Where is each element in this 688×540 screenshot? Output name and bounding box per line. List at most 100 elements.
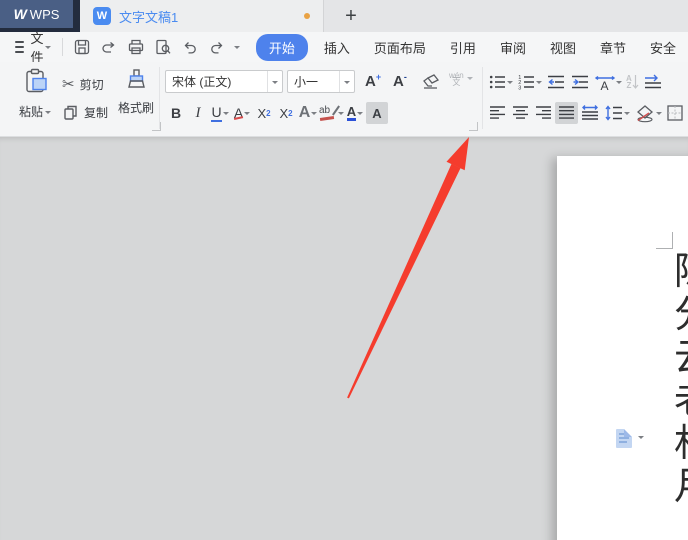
- justify-button[interactable]: [555, 102, 578, 124]
- tab-references[interactable]: 引用: [438, 35, 488, 60]
- document-page[interactable]: 陈 分 云 老 村 月: [557, 156, 688, 540]
- shading-chevron-icon: [656, 112, 662, 118]
- line-spacing-button[interactable]: [602, 102, 632, 124]
- text-effects-glyph: A: [298, 104, 311, 121]
- tab-security[interactable]: 安全: [638, 35, 688, 60]
- align-center-button[interactable]: [509, 102, 532, 124]
- border-button[interactable]: [664, 102, 686, 124]
- align-center-icon: [513, 106, 528, 119]
- underline-button[interactable]: U: [209, 102, 231, 124]
- format-painter-button[interactable]: 格式刷: [114, 68, 158, 116]
- decrease-font-sign: -: [403, 72, 407, 82]
- superscript-button[interactable]: X2: [253, 102, 275, 124]
- align-left-icon: [490, 106, 505, 119]
- font-dialog-launcher[interactable]: [469, 122, 478, 131]
- wps-home-button[interactable]: W WPS: [0, 0, 73, 28]
- decrease-indent-button[interactable]: [544, 71, 568, 93]
- font-size-value: 小一: [294, 75, 319, 89]
- menubar-divider: [62, 38, 63, 56]
- align-right-button[interactable]: [532, 102, 555, 124]
- subscript-mark: 2: [288, 108, 293, 118]
- wps-logo-text: WPS: [29, 6, 60, 22]
- file-menu-chevron-icon[interactable]: [45, 46, 52, 52]
- document-tab-title: 文字文稿1: [119, 9, 179, 25]
- wps-logo-icon: W: [13, 6, 27, 22]
- print-preview-button[interactable]: [153, 37, 173, 57]
- decrease-indent-icon: [548, 75, 564, 89]
- character-shading-glyph: A: [372, 105, 382, 121]
- tab-view[interactable]: 视图: [538, 35, 588, 60]
- align-left-button[interactable]: [486, 102, 509, 124]
- undo-button[interactable]: [180, 37, 200, 57]
- save-button[interactable]: [72, 37, 92, 57]
- text-boundary-corner-mark: [656, 232, 673, 249]
- font-group: 宋体 (正文) 小一 A+ A- wén 文 B I U A X 2 X 2 A…: [163, 66, 481, 132]
- font-family-select[interactable]: 宋体 (正文): [165, 70, 283, 93]
- redo-button[interactable]: [207, 37, 227, 57]
- writer-document-icon: W: [93, 7, 111, 25]
- numbered-list-chevron-icon: [536, 81, 542, 87]
- numbered-list-button[interactable]: 1 2 3: [515, 71, 544, 93]
- cut-button[interactable]: ✂ 剪切: [62, 75, 104, 93]
- show-marks-button[interactable]: [641, 71, 665, 93]
- distribute-button[interactable]: [578, 102, 602, 124]
- subscript-button[interactable]: X2: [275, 102, 297, 124]
- paste-button[interactable]: 粘贴: [14, 68, 56, 120]
- tab-home[interactable]: 开始: [255, 33, 308, 61]
- copy-label: 复制: [84, 106, 109, 120]
- tab-page-layout[interactable]: 页面布局: [362, 35, 438, 60]
- copy-button[interactable]: 复制: [62, 104, 108, 121]
- document-canvas[interactable]: 陈 分 云 老 村 月: [0, 137, 688, 540]
- text-effects-chevron-icon: [311, 112, 318, 118]
- hamburger-menu-icon[interactable]: [15, 41, 24, 53]
- font-size-select[interactable]: 小一: [287, 70, 355, 93]
- document-character: 月: [674, 466, 688, 509]
- increase-indent-button[interactable]: [568, 71, 592, 93]
- clipboard-group: 粘贴 ✂ 剪切 复制 格式刷: [10, 66, 161, 132]
- clear-format-button[interactable]: [421, 73, 440, 96]
- export-button[interactable]: [99, 37, 119, 57]
- subscript-glyph: X: [279, 105, 289, 121]
- superscript-glyph: X: [257, 105, 267, 121]
- increase-font-size-button[interactable]: A+: [365, 72, 381, 90]
- italic-button[interactable]: I: [187, 102, 209, 124]
- strikethrough-button[interactable]: A: [231, 102, 253, 124]
- bold-button[interactable]: B: [165, 102, 187, 124]
- document-text-column[interactable]: 陈 分 云 老 村 月: [674, 251, 688, 509]
- decrease-font-size-button[interactable]: A-: [393, 72, 407, 90]
- bullet-list-icon: [489, 75, 505, 89]
- paste-dropdown-chevron-icon[interactable]: [45, 110, 51, 117]
- shading-button[interactable]: [632, 102, 664, 124]
- text-effects-button[interactable]: A: [297, 102, 319, 124]
- increase-font-sign: +: [375, 72, 382, 82]
- increase-font-glyph: A: [365, 73, 376, 90]
- export-icon: [102, 42, 115, 53]
- font-color-chevron-icon: [357, 112, 364, 118]
- highlight-button[interactable]: ab: [319, 102, 344, 124]
- pinyin-guide-button[interactable]: wén 文: [449, 70, 473, 87]
- menubar: 文件 开始 插入 页面布局 引用 审阅 视图 章节 安全: [0, 31, 688, 65]
- new-tab-button[interactable]: +: [338, 3, 364, 29]
- document-tab[interactable]: W 文字文稿1: [80, 0, 324, 32]
- text-direction-button[interactable]: A: [592, 71, 624, 93]
- tab-section[interactable]: 章节: [588, 35, 638, 60]
- increase-indent-icon: [572, 75, 588, 89]
- format-painter-icon: [127, 69, 145, 88]
- character-shading-button[interactable]: A: [366, 102, 388, 124]
- shading-icon: [637, 104, 653, 122]
- tab-insert[interactable]: 插入: [312, 35, 362, 60]
- customize-toolbar-chevron-icon[interactable]: [233, 46, 240, 52]
- svg-text:3: 3: [518, 85, 521, 91]
- sort-button[interactable]: A Z: [624, 71, 641, 93]
- tab-review[interactable]: 审阅: [488, 35, 538, 60]
- font-color-button[interactable]: A: [344, 102, 366, 124]
- pinyin-guide-icon: wén 文: [449, 70, 464, 87]
- bullet-list-button[interactable]: [486, 71, 515, 93]
- group-separator: [159, 67, 160, 129]
- titlebar: W WPS W 文字文稿1 +: [0, 0, 688, 32]
- file-menu[interactable]: 文件: [31, 28, 46, 66]
- paste-options-chevron-icon[interactable]: [638, 436, 644, 442]
- border-icon: [667, 105, 683, 121]
- print-button[interactable]: [126, 37, 146, 57]
- paste-options-button[interactable]: [616, 429, 644, 448]
